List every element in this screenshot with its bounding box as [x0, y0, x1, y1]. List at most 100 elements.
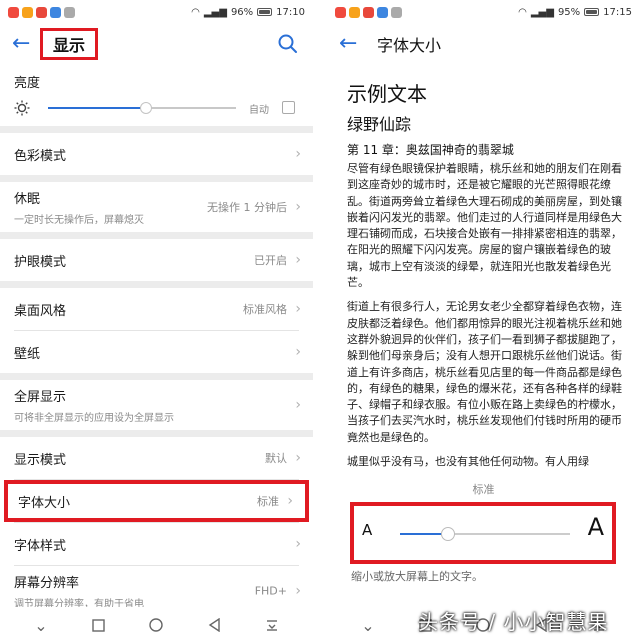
app-notification-icon: [50, 6, 61, 18]
brightness-knob[interactable]: [139, 102, 152, 114]
status-bar: ◠ ▂▄▆ 96% 17:10: [0, 0, 313, 24]
chevron-right-icon: ›: [295, 536, 301, 552]
back-icon[interactable]: [204, 615, 224, 635]
chapter-title: 第 11 章：奥兹国神奇的翡翠城: [347, 143, 514, 157]
small-a-label: A: [362, 521, 373, 539]
brightness-track[interactable]: [48, 102, 236, 114]
app-notification-icon: [377, 6, 388, 18]
app-notification-icon: [22, 6, 33, 18]
chevron-right-icon: ›: [295, 397, 301, 413]
battery-percent: 96%: [230, 6, 254, 18]
auto-brightness-checkbox[interactable]: [282, 101, 295, 114]
setting-label: 壁纸: [14, 346, 41, 362]
settings-list: 亮度 自动 色彩模式 › 休眠 一定时长无操作后，屏幕熄灭 无操作 1 分钟后 …: [0, 64, 313, 623]
brightness-slider[interactable]: 自动: [14, 100, 299, 116]
brightness-row: 亮度 自动: [0, 64, 313, 126]
settings-group: 全屏显示 可将非全屏显示的应用设为全屏显示 ›: [0, 380, 313, 430]
setting-label: 全屏显示: [14, 390, 67, 405]
clock: 17:10: [276, 6, 305, 18]
settings-row[interactable]: 全屏显示 可将非全屏显示的应用设为全屏显示 ›: [0, 380, 313, 430]
notification-pull-icon[interactable]: [589, 615, 609, 635]
recents-icon[interactable]: [89, 615, 109, 635]
settings-row[interactable]: 字体样式 ›: [0, 523, 313, 565]
settings-group: 休眠一定时长无操作后，屏幕熄灭 无操作 1 分钟后 ›: [0, 182, 313, 232]
wifi-icon: ◠: [191, 6, 200, 18]
app-notification-icon: [8, 6, 19, 18]
system-status: ◠ ▂▄▆ 96% 17:10: [191, 7, 305, 18]
chevron-right-icon: ›: [287, 493, 293, 509]
settings-row[interactable]: 桌面风格 标准风格 ›: [0, 288, 313, 330]
app-notification-icon: [335, 6, 346, 18]
clock: 17:15: [603, 6, 632, 18]
settings-group: 显示模式 默认 › 字体大小 标准 › 字体样式 › 屏幕分辨率 调节屏幕分辨率，有助于省电 FHD…: [0, 437, 313, 616]
settings-row[interactable]: 显示模式 默认 ›: [0, 437, 313, 479]
hide-nav-icon[interactable]: ⌄: [358, 615, 378, 635]
settings-group: 色彩模式 ›: [0, 133, 313, 175]
chevron-right-icon: ›: [295, 252, 301, 268]
setting-value: 无操作 1 分钟后: [207, 201, 287, 214]
sample-text: 示例文本 绿野仙踪 第 11 章：奥兹国神奇的翡翠城 尽管有绿色眼镜保护着眼睛，…: [347, 78, 627, 478]
back-icon[interactable]: [531, 615, 551, 635]
chevron-right-icon: ›: [295, 583, 301, 599]
settings-row[interactable]: 色彩模式 ›: [0, 133, 313, 175]
paragraph: 城里似乎没有马，也没有其他任何动物。有人用绿: [347, 455, 589, 469]
settings-row[interactable]: 壁纸 ›: [0, 331, 313, 373]
notification-icons: [8, 6, 75, 18]
font-size-slider[interactable]: [400, 527, 570, 541]
chevron-right-icon: ›: [295, 146, 301, 162]
paragraph: 尽管有绿色眼镜保护着眼睛，桃乐丝和她的朋友们在刚看到这座奇妙的城市时，还是被它耀…: [347, 162, 622, 290]
large-a-label: A: [587, 513, 604, 541]
app-notification-icon: [391, 6, 402, 18]
brightness-group: 亮度 自动: [0, 64, 313, 126]
settings-row[interactable]: 休眠一定时长无操作后，屏幕熄灭 无操作 1 分钟后 ›: [0, 182, 313, 232]
app-notification-icon: [36, 6, 47, 18]
notification-pull-icon[interactable]: [262, 615, 282, 635]
app-bar: ← 字体大小: [327, 24, 640, 64]
navigation-bar: ⌄: [327, 607, 640, 643]
brightness-icon: [14, 100, 30, 116]
setting-label: 桌面风格: [14, 303, 67, 319]
font-size-screen: ◠ ▂▄▆ 95% 17:15 ← 字体大小 示例文本 绿野仙踪 第 11 章：…: [327, 0, 640, 643]
back-arrow-icon[interactable]: ←: [339, 33, 361, 55]
system-status: ◠ ▂▄▆ 95% 17:15: [518, 7, 632, 18]
setting-label: 字体样式: [14, 538, 67, 554]
battery-percent: 95%: [557, 6, 581, 18]
chevron-right-icon: ›: [295, 199, 301, 215]
settings-row[interactable]: 字体大小 标准 ›: [4, 480, 309, 522]
font-level-label: 标准: [472, 483, 495, 496]
signal-icon: ▂▄▆: [530, 6, 554, 18]
chevron-right-icon: ›: [295, 301, 301, 317]
font-size-slider-box: A A: [350, 502, 616, 564]
back-arrow-icon[interactable]: ←: [12, 33, 34, 55]
paragraph: 街道上有很多行人，无论男女老少全都穿着绿色衣物，连皮肤都泛着绿色。他们都用惊异的…: [347, 300, 622, 444]
book-title: 绿野仙踪: [347, 115, 412, 134]
setting-description: 一定时长无操作后，屏幕熄灭: [14, 215, 144, 226]
settings-row[interactable]: 护眼模式 已开启 ›: [0, 239, 313, 281]
battery-icon: [584, 8, 600, 16]
home-icon[interactable]: [146, 615, 166, 635]
brightness-fill: [48, 107, 146, 109]
setting-value: 标准: [257, 495, 279, 508]
navigation-bar: ⌄: [0, 607, 313, 643]
search-icon[interactable]: [277, 33, 299, 55]
display-settings-screen: ◠ ▂▄▆ 96% 17:10 ← 显示 亮度 自动 色彩模式 › 休眠 一定时…: [0, 0, 313, 643]
setting-label: 屏幕分辨率: [14, 576, 80, 591]
font-size-knob[interactable]: [440, 527, 455, 541]
chevron-right-icon: ›: [295, 450, 301, 466]
brightness-label: 亮度: [14, 76, 41, 91]
app-bar: ← 显示: [0, 24, 313, 64]
app-notification-icon: [64, 6, 75, 18]
battery-icon: [257, 8, 273, 16]
auto-brightness-label: 自动: [249, 105, 269, 116]
status-bar: ◠ ▂▄▆ 95% 17:15: [327, 0, 640, 24]
setting-value: 标准风格: [243, 303, 287, 316]
setting-value: 已开启: [254, 254, 287, 267]
page-title: 字体大小: [377, 36, 442, 55]
wifi-icon: ◠: [518, 6, 527, 18]
setting-label: 休眠: [14, 192, 41, 207]
recents-icon[interactable]: [416, 615, 436, 635]
hide-nav-icon[interactable]: ⌄: [31, 615, 51, 635]
signal-icon: ▂▄▆: [203, 6, 227, 18]
home-icon[interactable]: [473, 615, 493, 635]
settings-group: 桌面风格 标准风格 › 壁纸 ›: [0, 288, 313, 373]
